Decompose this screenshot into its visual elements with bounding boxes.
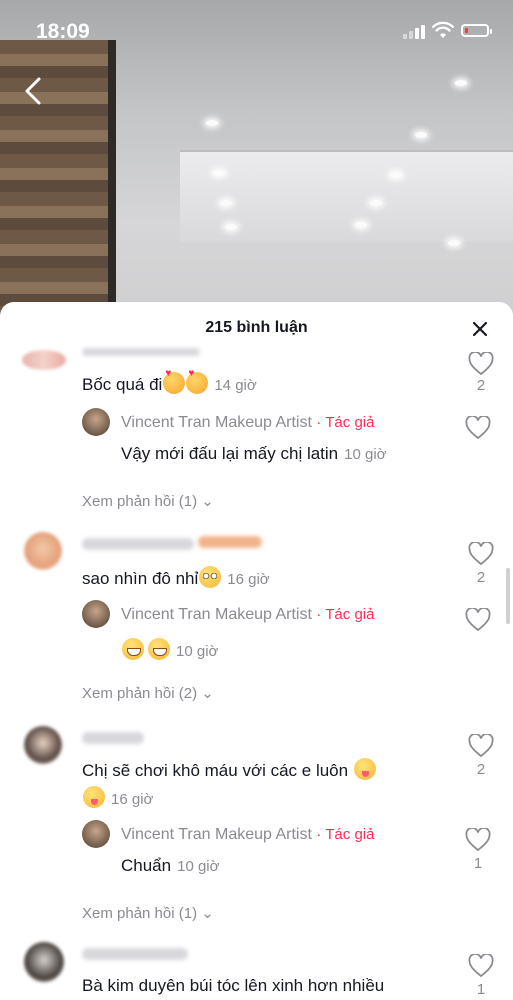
comment-time: 16 giờ [111,791,154,808]
emoji-icon [199,566,222,588]
back-arrow-icon[interactable] [20,76,50,106]
ceiling-light [206,120,218,126]
ceiling-light [220,200,232,206]
avatar[interactable] [22,350,66,370]
avatar[interactable] [24,942,64,982]
comment-text: Chị sẽ chơi khô máu với các e luôn [82,758,376,781]
ceiling-light [370,200,382,206]
username-blurred[interactable] [82,948,188,960]
emoji-icon [83,786,105,808]
comment-time: 16 giờ [227,571,270,588]
comment-text: sao nhìn đô nhỉ 16 giờ [82,566,270,589]
author-tag: · Tác giả [316,414,375,431]
like-count: 2 [476,377,486,394]
wifi-icon [432,21,454,38]
ceiling-light [213,170,225,176]
chevron-down-icon: ⌄ [201,905,214,922]
author-avatar[interactable] [82,820,110,848]
like-count: 2 [476,569,486,586]
comments-sheet: 215 bình luận Bốc quá đi14 giờ 2 Vincent… [0,302,513,1000]
username-emoji-blurred [198,536,262,548]
comment-time: 14 giờ [214,377,257,394]
comment-text: Bà kim duyên búi tóc lên xinh hơn nhiều [82,976,385,995]
username-blurred[interactable] [82,348,200,356]
author-name[interactable]: Vincent Tran Makeup Artist · Tác giả [121,606,374,624]
wall-panel [0,40,116,320]
author-name[interactable]: Vincent Tran Makeup Artist · Tác giả [121,414,374,432]
ceiling-light [225,224,237,230]
close-icon[interactable] [470,319,490,339]
author-tag: · Tác giả [316,606,375,623]
reply-text: Chuẩn 10 giờ [121,856,220,875]
chevron-down-icon: ⌄ [201,493,214,510]
reply-text: Vậy mới đấu lại mấy chị latin 10 giờ [121,444,387,463]
heart-icon[interactable] [468,352,494,376]
emoji-icon [186,368,209,394]
view-replies-button[interactable]: Xem phản hồi (1) ⌄ [82,492,214,510]
cellular-signal-icon [403,23,427,39]
view-replies-button[interactable]: Xem phản hồi (1) ⌄ [82,904,214,922]
like-count: 1 [473,855,483,872]
username-blurred[interactable] [82,538,194,550]
username-blurred[interactable] [82,732,144,744]
ceiling-light [415,132,427,138]
ceiling-light [455,80,467,86]
author-tag: · Tác giả [316,826,375,843]
comment-text: Bốc quá đi14 giờ [82,368,257,395]
author-avatar[interactable] [82,408,110,436]
status-bar: 18:09 [0,0,513,60]
comment-count-title: 215 bình luận [205,319,308,336]
reply-time: 10 giờ [177,858,220,875]
emoji-icon [122,638,144,660]
avatar[interactable] [24,532,62,570]
heart-icon[interactable] [468,542,494,566]
chevron-down-icon: ⌄ [201,685,214,702]
like-count: 2 [476,761,486,778]
heart-icon[interactable] [465,416,491,440]
emoji-icon [353,758,376,780]
ceiling-light [448,240,460,246]
like-count: 1 [476,981,486,998]
sheet-header: 215 bình luận [0,302,513,356]
reply-time: 10 giờ [176,643,219,660]
ceiling-light [390,172,402,178]
ceiling-light [355,222,367,228]
emoji-icon [163,368,186,394]
heart-icon[interactable] [468,954,494,978]
reply-time: 10 giờ [344,446,387,463]
reply-text: 10 giờ [121,638,218,661]
view-replies-button[interactable]: Xem phản hồi (2) ⌄ [82,684,214,702]
emoji-icon [148,638,170,660]
comment-text-line2: 16 giờ [82,786,153,809]
status-time: 18:09 [36,20,90,43]
author-avatar[interactable] [82,600,110,628]
heart-icon[interactable] [465,608,491,632]
heart-icon[interactable] [468,734,494,758]
heart-icon[interactable] [465,828,491,852]
avatar[interactable] [24,726,62,764]
scrollbar[interactable] [506,568,510,624]
battery-icon [461,24,492,37]
author-name[interactable]: Vincent Tran Makeup Artist · Tác giả [121,826,374,844]
